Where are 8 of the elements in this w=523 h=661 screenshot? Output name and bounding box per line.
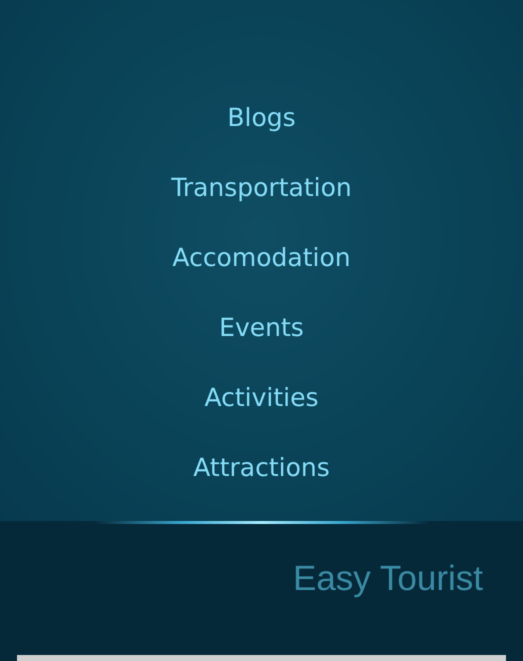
menu-link[interactable]: Blogs (227, 98, 296, 168)
menu-link[interactable]: Activities (204, 378, 319, 448)
menu-link[interactable]: Events (219, 308, 304, 378)
menu-link[interactable]: Attractions (193, 448, 330, 518)
brand-name: Easy Tourist (293, 558, 483, 598)
menu-link[interactable]: Accomodation (172, 238, 351, 308)
menu-link[interactable]: Transportation (171, 168, 352, 238)
scrollbar[interactable] (17, 655, 506, 661)
